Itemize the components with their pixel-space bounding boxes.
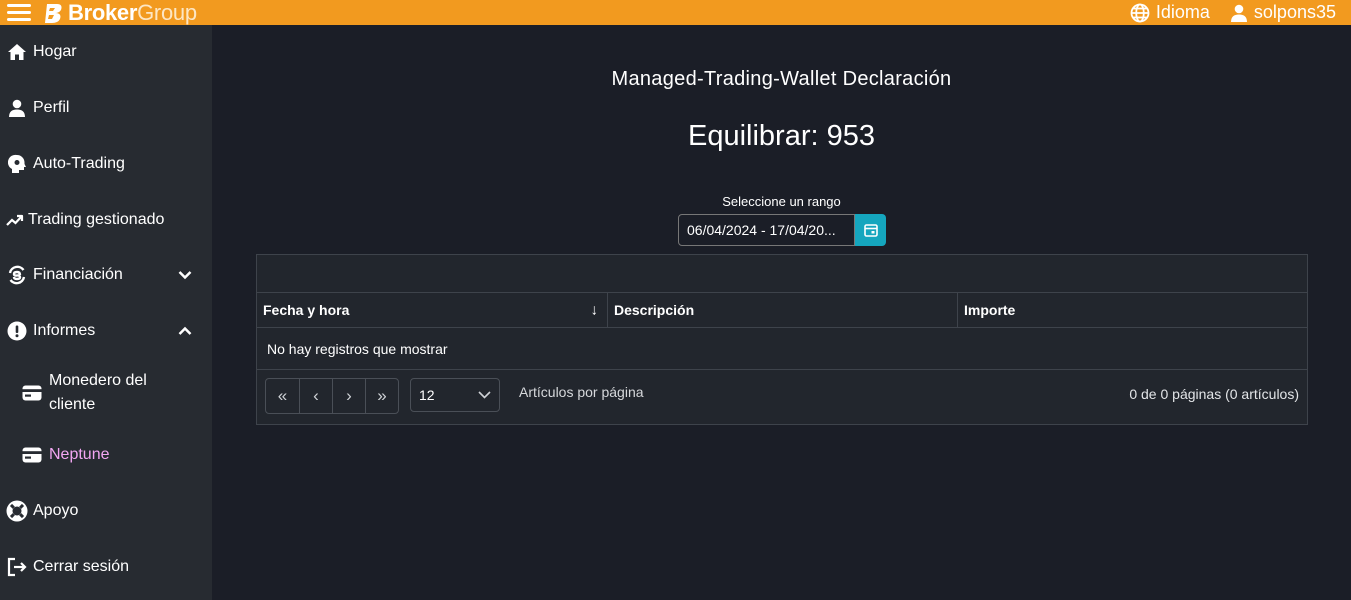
chevron-up-icon bbox=[178, 326, 192, 335]
wallet-icon bbox=[22, 385, 42, 401]
logout-icon bbox=[7, 557, 27, 577]
column-header-label: Descripción bbox=[614, 302, 695, 318]
sidebar-item-home[interactable]: Hogar bbox=[0, 37, 212, 67]
top-bar: BrokerGroup Idioma solpons35 bbox=[0, 0, 1351, 25]
date-range-label: Seleccione un rango bbox=[722, 194, 841, 209]
exchange-icon bbox=[6, 264, 28, 286]
sidebar-item-label: Apoyo bbox=[33, 502, 79, 519]
language-label: Idioma bbox=[1155, 2, 1210, 22]
brand-name-bold: Broker bbox=[68, 0, 138, 25]
robot-icon bbox=[7, 154, 27, 174]
date-range-picker: 06/04/2024 - 17/04/20... bbox=[678, 214, 886, 246]
trending-up-icon bbox=[5, 210, 25, 230]
page-title: Managed-Trading-Wallet Declaración bbox=[611, 68, 952, 90]
sidebar-item-label: Financiación bbox=[33, 266, 123, 283]
home-icon bbox=[7, 42, 27, 62]
column-header-description[interactable]: Descripción bbox=[607, 293, 957, 327]
grid-header-row: Fecha y hora ↓ Descripción Importe bbox=[257, 293, 1307, 328]
chevron-down-icon bbox=[178, 271, 192, 280]
chevron-down-icon bbox=[478, 391, 491, 399]
sidebar-subitem-client-wallet[interactable]: Monedero del cliente bbox=[22, 368, 212, 418]
page-size-select[interactable]: 12 bbox=[410, 378, 500, 412]
alert-icon bbox=[7, 321, 27, 341]
pager-info: 0 de 0 páginas (0 artículos) bbox=[1129, 386, 1299, 402]
page-size-value: 12 bbox=[419, 387, 435, 403]
sidebar-item-label: Perfil bbox=[33, 99, 70, 116]
next-page-button[interactable]: › bbox=[332, 379, 365, 413]
sidebar-item-profile[interactable]: Perfil bbox=[0, 93, 212, 123]
sidebar-subitem-neptune[interactable]: Neptune bbox=[22, 440, 212, 470]
pager-navigation: « ‹ › » bbox=[265, 378, 399, 414]
username: solpons35 bbox=[1253, 2, 1336, 22]
pager: « ‹ › » 12 Artículos por página 0 de 0 p… bbox=[257, 370, 1307, 424]
sidebar-item-support[interactable]: Apoyo bbox=[0, 496, 212, 526]
menu-icon[interactable] bbox=[7, 4, 31, 21]
column-header-label: Fecha y hora bbox=[263, 302, 350, 318]
sidebar-item-label: Informes bbox=[33, 322, 96, 339]
sidebar-item-label: Trading gestionado bbox=[28, 211, 165, 228]
grid-toolbar bbox=[257, 255, 1307, 293]
sidebar-item-managed-trading[interactable]: Trading gestionado bbox=[0, 205, 212, 235]
brand-logo[interactable]: BrokerGroup bbox=[43, 0, 197, 26]
column-header-label: Importe bbox=[964, 302, 1016, 318]
sidebar-subitem-label-line1: Monedero del bbox=[49, 372, 147, 389]
balance-display: Equilibrar: 953 bbox=[688, 120, 875, 152]
user-icon bbox=[1230, 4, 1247, 22]
language-selector[interactable]: Idioma bbox=[1130, 2, 1210, 23]
calendar-icon bbox=[863, 224, 878, 237]
lifebuoy-icon bbox=[6, 500, 28, 522]
sidebar-item-financing[interactable]: Financiación bbox=[0, 260, 212, 290]
last-page-button[interactable]: » bbox=[365, 379, 398, 413]
wallet-icon bbox=[22, 447, 42, 463]
first-page-button[interactable]: « bbox=[266, 379, 299, 413]
sidebar-item-reports[interactable]: Informes bbox=[0, 316, 212, 346]
calendar-button[interactable] bbox=[855, 214, 886, 246]
column-header-amount[interactable]: Importe bbox=[957, 293, 1307, 327]
statement-grid: Fecha y hora ↓ Descripción Importe No ha… bbox=[256, 254, 1308, 425]
globe-icon bbox=[1130, 3, 1150, 22]
user-icon bbox=[7, 98, 27, 118]
sidebar-item-label: Auto-Trading bbox=[33, 155, 125, 172]
empty-message: No hay registros que mostrar bbox=[257, 328, 1307, 370]
sidebar-subitem-label: Neptune bbox=[49, 446, 110, 463]
previous-page-button[interactable]: ‹ bbox=[299, 379, 332, 413]
sort-descending-icon: ↓ bbox=[590, 301, 599, 319]
sidebar-item-label: Hogar bbox=[33, 43, 77, 60]
main-content: Managed-Trading-Wallet Declaración Equil… bbox=[212, 25, 1351, 600]
column-header-date-time[interactable]: Fecha y hora ↓ bbox=[257, 293, 607, 327]
date-range-input[interactable]: 06/04/2024 - 17/04/20... bbox=[678, 214, 855, 246]
sidebar: Hogar Perfil Auto-Trading Trading gestio… bbox=[0, 25, 212, 600]
sidebar-item-label: Cerrar sesión bbox=[33, 558, 130, 575]
sidebar-subitem-label-line2: cliente bbox=[49, 396, 96, 413]
user-menu[interactable]: solpons35 bbox=[1230, 2, 1336, 23]
sidebar-item-logout[interactable]: Cerrar sesión bbox=[0, 552, 212, 582]
sidebar-item-auto-trading[interactable]: Auto-Trading bbox=[0, 149, 212, 179]
page-size-label: Artículos por página bbox=[519, 384, 644, 400]
brand-name-light: Group bbox=[137, 0, 197, 25]
broker-group-logo-icon bbox=[45, 3, 62, 23]
